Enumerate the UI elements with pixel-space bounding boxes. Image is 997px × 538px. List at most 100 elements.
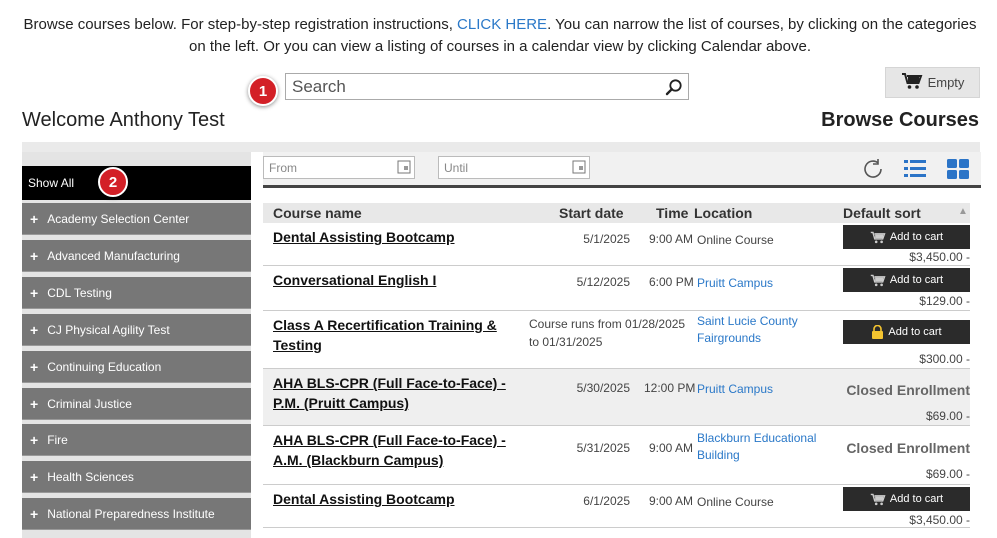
grid-view-icon[interactable] — [946, 157, 970, 186]
header-start-date[interactable]: Start date — [559, 205, 624, 221]
start-date: 6/1/2025 — [583, 494, 630, 508]
add-to-cart-label: Add to cart — [888, 326, 942, 338]
location: Online Course — [697, 495, 774, 509]
start-date: 5/12/2025 — [576, 275, 630, 289]
calendar-icon[interactable] — [572, 160, 586, 177]
table-row: Class A Recertification Training & Testi… — [263, 311, 970, 369]
search-box[interactable] — [285, 73, 689, 100]
plus-icon: + — [30, 505, 39, 522]
sort-arrow-icon[interactable]: ▲ — [958, 206, 968, 217]
start-time: 9:00 AM — [649, 494, 694, 508]
click-here-link[interactable]: CLICK HERE — [457, 16, 547, 33]
calendar-icon[interactable] — [397, 160, 411, 177]
course-name-link[interactable]: AHA BLS-CPR (Full Face-to-Face) - A.M. (… — [273, 430, 513, 470]
welcome-text: Welcome Anthony Test — [22, 109, 225, 131]
sidebar-item-label: Academy Selection Center — [47, 211, 190, 226]
sidebar-item-criminal-justice[interactable]: + Criminal Justice — [22, 388, 251, 420]
plus-icon: + — [30, 395, 39, 412]
sidebar-item-cdl-testing[interactable]: + CDL Testing — [22, 277, 251, 309]
sidebar-item-label: Fire — [47, 432, 68, 447]
plus-icon: + — [30, 358, 39, 375]
course-name-link[interactable]: Dental Assisting Bootcamp — [273, 227, 513, 247]
start-date: 5/31/2025 — [576, 441, 630, 455]
start-date: Course runs from 01/28/2025 to 01/31/202… — [529, 317, 686, 349]
add-to-cart-button[interactable]: Add to cart — [843, 320, 970, 344]
callout-marker-1: 1 — [248, 76, 278, 106]
course-price: $3,450.00 - — [909, 513, 970, 527]
category-sidebar: Show All + Academy Selection Center + Adva… — [22, 152, 251, 538]
shopping-cart-icon — [870, 231, 886, 243]
closed-enrollment-status: Closed Enrollment — [846, 440, 970, 456]
refresh-icon[interactable] — [861, 157, 885, 186]
show-all-label: Show All — [28, 176, 75, 190]
add-to-cart-label: Add to cart — [889, 231, 944, 243]
header-course-name[interactable]: Course name — [273, 205, 362, 221]
sidebar-item-label: Advanced Manufacturing — [47, 248, 180, 263]
intro-before-link: Browse courses below. For step-by-step r… — [23, 16, 458, 33]
location-link[interactable]: Saint Lucie County Fairgrounds — [697, 313, 827, 347]
add-to-cart-button[interactable]: Add to cart — [843, 487, 970, 511]
sidebar-item-advanced-manufacturing[interactable]: + Advanced Manufacturing — [22, 240, 251, 272]
add-to-cart-label: Add to cart — [889, 493, 944, 505]
shopping-cart-icon — [870, 274, 886, 286]
sidebar-item-label: Criminal Justice — [47, 396, 132, 411]
search-input[interactable] — [286, 74, 660, 99]
course-name-link[interactable]: Dental Assisting Bootcamp — [273, 489, 513, 509]
sidebar-item-health-sciences[interactable]: + Health Sciences — [22, 461, 251, 493]
start-time: 9:00 AM — [649, 441, 694, 455]
header-time[interactable]: Time — [656, 205, 688, 221]
cart-button[interactable]: Empty — [885, 67, 980, 98]
plus-icon: + — [30, 284, 39, 301]
sidebar-item-fire[interactable]: + Fire — [22, 424, 251, 456]
add-to-cart-label: Add to cart — [889, 274, 944, 286]
course-name-link[interactable]: Conversational English I — [273, 270, 513, 290]
plus-icon: + — [30, 321, 39, 338]
cart-label: Empty — [927, 75, 965, 90]
header-divider — [22, 142, 980, 152]
course-price: $129.00 - — [919, 294, 970, 308]
table-row: Dental Assisting Bootcamp 6/1/2025 9:00 … — [263, 485, 970, 528]
course-name-link[interactable]: Class A Recertification Training & Testi… — [273, 315, 513, 355]
plus-icon: + — [30, 468, 39, 485]
header-location[interactable]: Location — [694, 205, 752, 221]
lock-icon — [872, 325, 884, 339]
start-time: 12:00 PM — [644, 381, 696, 395]
sidebar-item-label: National Preparedness Institute — [47, 506, 215, 521]
sidebar-item-label: Continuing Education — [47, 359, 162, 374]
course-price: $69.00 - — [925, 467, 970, 481]
sidebar-item-continuing-education[interactable]: + Continuing Education — [22, 351, 251, 383]
course-name-link[interactable]: AHA BLS-CPR (Full Face-to-Face) - P.M. (… — [273, 373, 513, 413]
add-to-cart-button[interactable]: Add to cart — [843, 225, 970, 249]
from-placeholder: From — [269, 160, 297, 175]
sidebar-item-cj-physical-agility-test[interactable]: + CJ Physical Agility Test — [22, 314, 251, 346]
plus-icon: + — [30, 210, 39, 227]
location: Online Course — [697, 233, 774, 247]
start-time: 6:00 PM — [649, 275, 694, 289]
until-date-input[interactable]: Until — [438, 156, 590, 179]
until-placeholder: Until — [444, 160, 469, 175]
plus-icon: + — [30, 247, 39, 264]
start-time: 9:00 AM — [649, 232, 694, 246]
show-all-button[interactable]: Show All — [22, 166, 251, 200]
magnifier-icon[interactable] — [660, 74, 688, 99]
sidebar-item-label: Health Sciences — [47, 469, 134, 484]
sidebar-item-academy-selection-center[interactable]: + Academy Selection Center — [22, 203, 251, 235]
callout-marker-2: 2 — [98, 167, 128, 197]
sidebar-item-national-preparedness-institute[interactable]: + National Preparedness Institute — [22, 498, 251, 530]
table-row: AHA BLS-CPR (Full Face-to-Face) - A.M. (… — [263, 426, 970, 485]
location-link[interactable]: Pruitt Campus — [697, 381, 827, 398]
from-date-input[interactable]: From — [263, 156, 415, 179]
sidebar-item-label: CJ Physical Agility Test — [47, 322, 170, 337]
location-link[interactable]: Pruitt Campus — [697, 275, 827, 292]
location-link[interactable]: Blackburn Educational Building — [697, 430, 827, 464]
sort-dropdown[interactable]: Default sort — [843, 205, 921, 221]
list-view-icon[interactable] — [903, 157, 927, 186]
filter-divider — [263, 185, 981, 188]
shopping-cart-icon — [901, 72, 923, 93]
table-row: Dental Assisting Bootcamp 5/1/2025 9:00 … — [263, 223, 970, 266]
add-to-cart-button[interactable]: Add to cart — [843, 268, 970, 292]
start-date: 5/30/2025 — [576, 381, 630, 395]
table-row: AHA BLS-CPR (Full Face-to-Face) - P.M. (… — [263, 369, 970, 426]
intro-text: Browse courses below. For step-by-step r… — [20, 14, 980, 58]
start-date: 5/1/2025 — [583, 232, 630, 246]
